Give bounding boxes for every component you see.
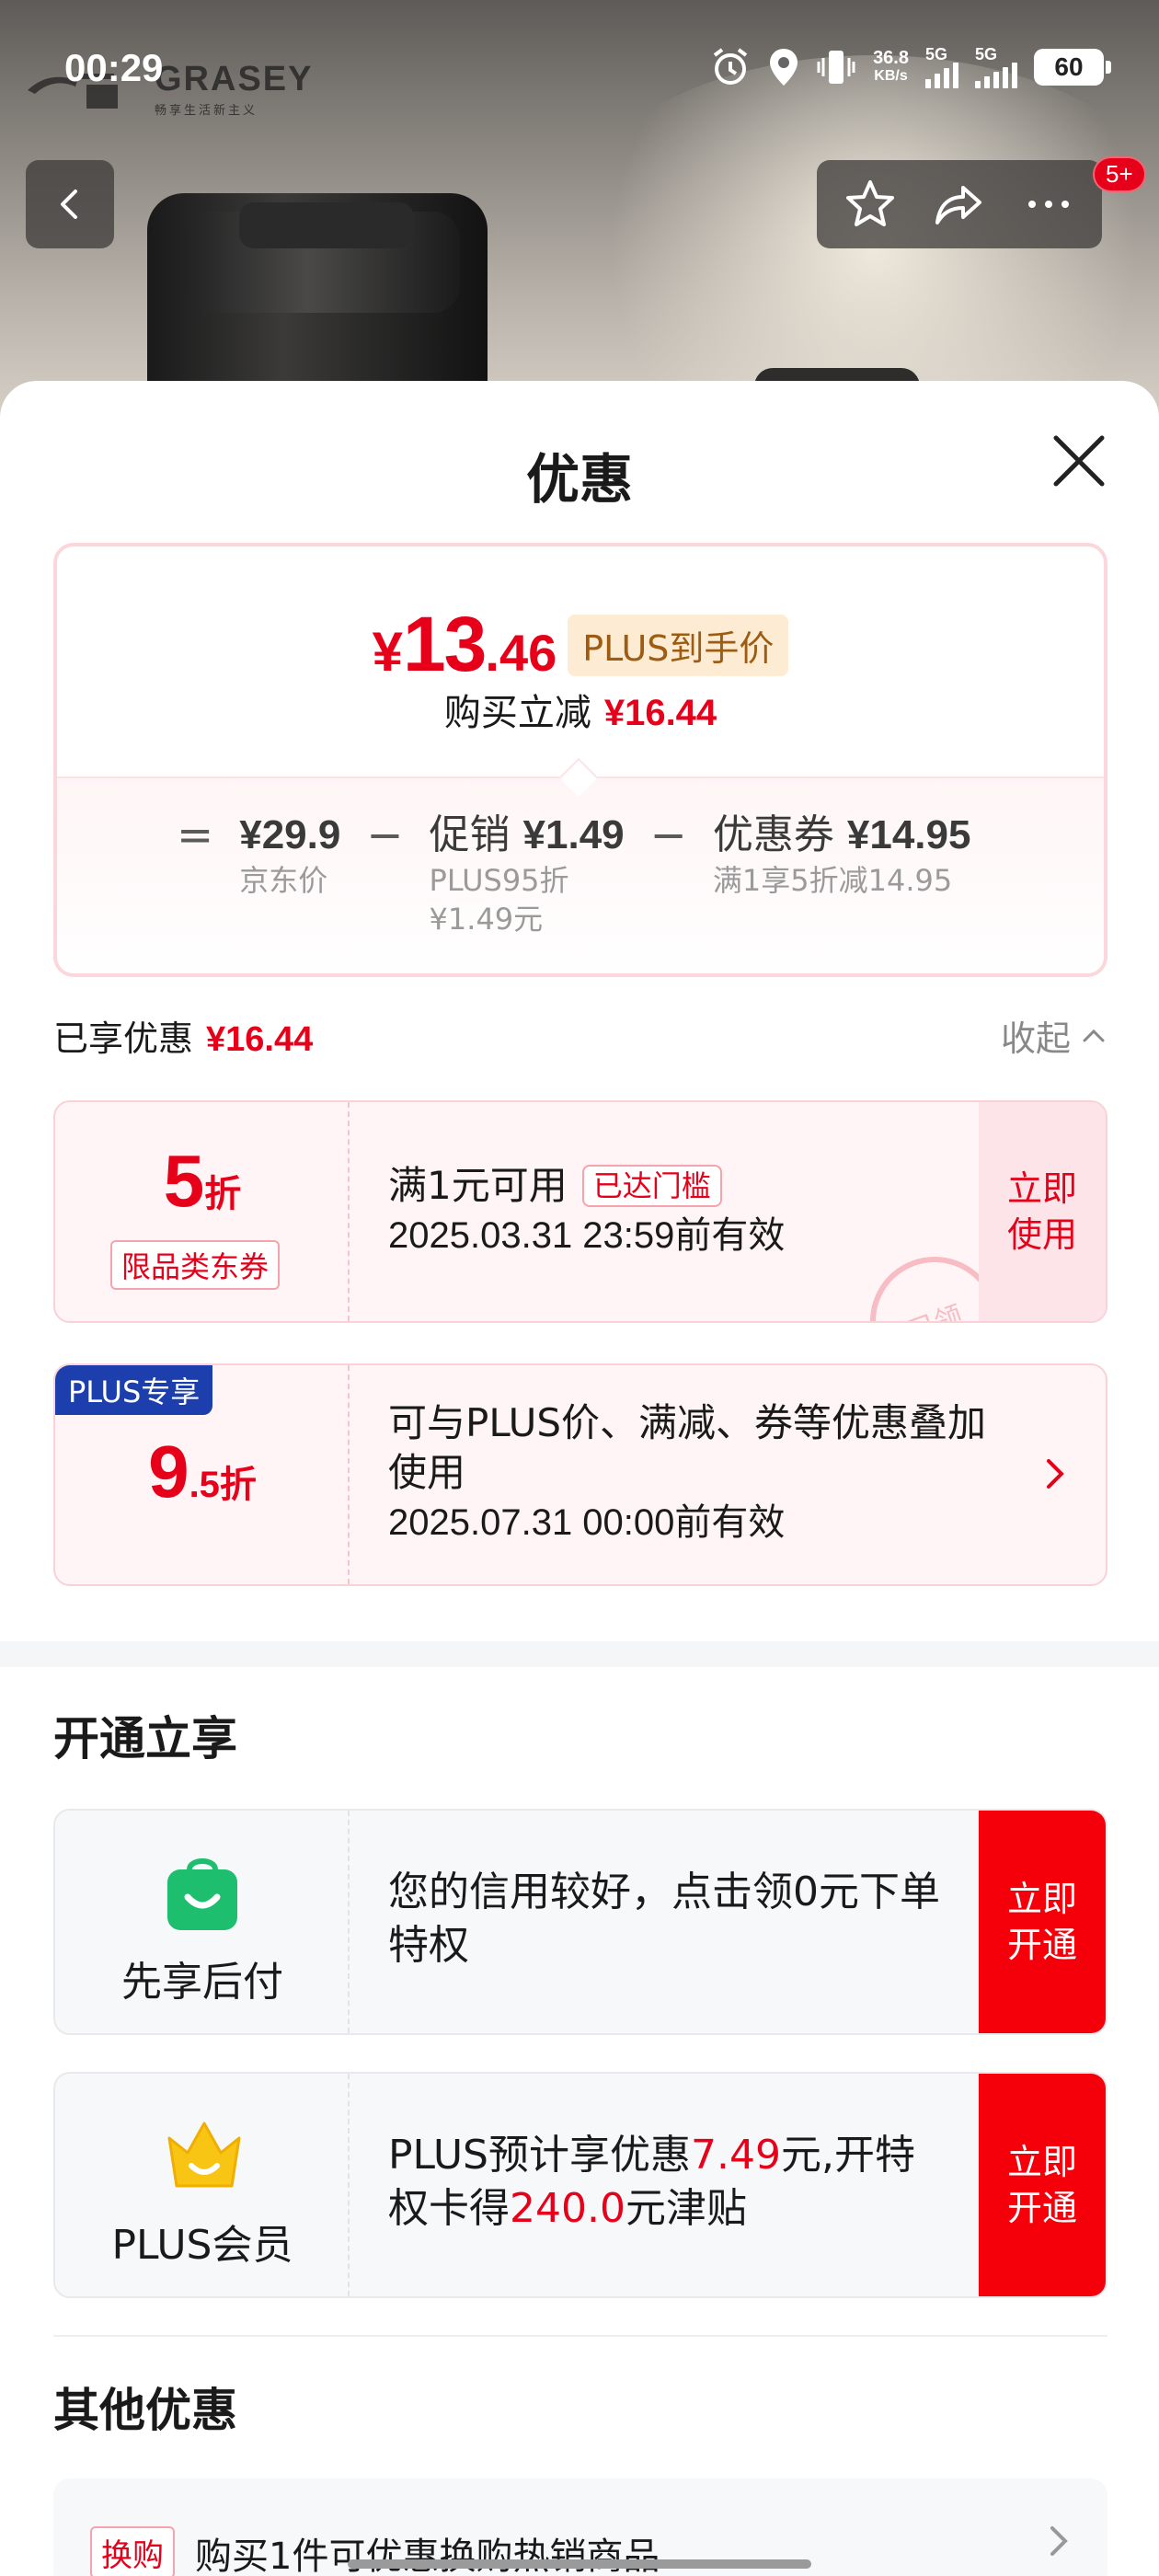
price-summary-card: ¥ 13 .46 PLUS到手价 购买立减 ¥16.44 = ¥29.9 京东价 … (53, 543, 1107, 977)
chevron-right-icon (1047, 1459, 1064, 1489)
enjoyed-value: ¥16.44 (206, 1020, 314, 1059)
section-divider (0, 1641, 1159, 1667)
final-price: ¥ 13 .46 PLUS到手价 (57, 600, 1104, 689)
net-speed-unit: KB/s (874, 68, 908, 84)
collapse-button[interactable]: 收起 (1001, 1010, 1107, 1061)
alarm-icon (713, 48, 748, 85)
plus-member-desc: PLUS预计享优惠7.49元,开特权卡得240.0元津贴 (388, 2129, 940, 2236)
share-icon[interactable] (932, 177, 987, 232)
use-now-button[interactable]: 立即使用 (979, 1102, 1106, 1321)
plus-desc-part-a: PLUS预计享优惠 (388, 2132, 691, 2179)
net-speed: 36.8 KB/s (873, 49, 909, 86)
final-price-integer: 13 (402, 601, 487, 687)
coupon-sub: 满1享5折减14.95 (712, 863, 953, 898)
signal-bars-icon (925, 63, 958, 88)
plus-discount-unit: .5折 (189, 1465, 257, 1505)
chevron-up-icon (1083, 1029, 1105, 1041)
location-icon (770, 49, 798, 86)
status-time: 00:29 (64, 46, 164, 89)
plus-exclusive-tag: PLUS专享 (55, 1365, 213, 1415)
equals-sign: = (177, 810, 214, 861)
swap-tag: 换购 (90, 2526, 175, 2576)
promotion-sub2: ¥1.49元 (429, 902, 544, 937)
open-section-title: 开通立享 (53, 1712, 237, 1765)
pay-later-name: 先享后付 (121, 1959, 283, 2006)
open-now-label: 立即开通 (1006, 2142, 1077, 2228)
plus-allowance-amount: 240.0 (510, 2185, 625, 2232)
currency-symbol: ¥ (372, 621, 403, 683)
plus-coupon-desc: 可与PLUS价、满减、券等优惠叠加使用 (388, 1400, 987, 1495)
discount-value: 5 (163, 1140, 205, 1222)
plus-coupon-card[interactable]: 9.5折 PLUS专享 可与PLUS价、满减、券等优惠叠加使用 2025.07.… (53, 1363, 1107, 1586)
promotion-label: 促销 (429, 811, 511, 858)
home-indicator[interactable] (348, 2559, 811, 2569)
more-icon[interactable] (1021, 177, 1076, 232)
signal-sim1: 5G (925, 46, 958, 88)
price-breakdown: = ¥29.9 京东价 − 促销 ¥1.49 PLUS95折 ¥1.49元 − … (177, 810, 970, 938)
status-bar: 00:29 36.8 KB/s 5G 5G 60 (0, 37, 1159, 101)
vibrate-icon (817, 51, 855, 84)
other-section-title: 其他优惠 (53, 2384, 237, 2437)
list-price-value: ¥29.9 (239, 812, 341, 857)
breakdown-promotion: 促销 ¥1.49 PLUS95折 ¥1.49元 (430, 810, 625, 938)
enjoyed-discount: 已享优惠 ¥16.44 (53, 1010, 313, 1061)
discount-unit: 折 (204, 1174, 242, 1214)
plus-price-tag: PLUS到手价 (568, 615, 789, 676)
breakdown-list-price: ¥29.9 京东价 (239, 810, 340, 938)
coupon-card: 5折 限品类东券 满1元可用 已达门槛 2025.03.31 23:59前有效 … (53, 1100, 1107, 1323)
gold-crown-icon (167, 2122, 241, 2188)
use-now-label: 立即使用 (1006, 1168, 1077, 1255)
minus-sign: − (649, 810, 687, 861)
coupon-label: 优惠券 (712, 811, 834, 858)
reduce-line: 购买立减 ¥16.44 (57, 683, 1104, 736)
coupon-condition: 满1元可用 (388, 1163, 568, 1208)
open-plus-button[interactable]: 立即开通 (979, 2074, 1106, 2296)
plus-member-name: PLUS会员 (111, 2222, 293, 2269)
pay-later-card: 先享后付 您的信用较好，点击领0元下单特权 立即开通 (53, 1809, 1107, 2035)
open-now-label: 立即开通 (1006, 1879, 1077, 1965)
plus-member-card: PLUS会员 PLUS预计享优惠7.49元,开特权卡得240.0元津贴 立即开通 (53, 2072, 1107, 2298)
reduce-value: ¥16.44 (603, 693, 717, 733)
threshold-reached-tag: 已达门槛 (581, 1165, 722, 1207)
promotion-sub: PLUS95折 (429, 863, 569, 898)
signal-bars-icon (975, 63, 1017, 88)
plus-saving-amount: 7.49 (691, 2132, 781, 2179)
promotion-value: ¥1.49 (522, 812, 625, 857)
chevron-right-icon (1050, 2526, 1068, 2556)
discount-sheet: 优惠 ¥ 13 .46 PLUS到手价 购买立减 ¥16.44 = ¥29.9 … (0, 381, 1159, 2576)
pay-later-desc: 您的信用较好，点击领0元下单特权 (388, 1869, 940, 1969)
nav-actions (817, 160, 1102, 248)
coupon-discount: 5折 (55, 1139, 350, 1224)
coupon-value: ¥14.95 (846, 812, 971, 857)
back-button[interactable] (26, 160, 114, 248)
green-shopping-bag-icon (167, 1858, 237, 1930)
message-badge: 5+ (1093, 156, 1146, 192)
coupon-validity: 2025.03.31 23:59前有效 (388, 1215, 786, 1256)
sim1-label: 5G (925, 45, 948, 63)
collapse-label: 收起 (1000, 1018, 1071, 1059)
sheet-title: 优惠 (525, 448, 633, 511)
plus-coupon-validity: 2025.07.31 00:00前有效 (388, 1502, 786, 1543)
plus-discount-value: 9 (148, 1431, 189, 1512)
plus-desc-part-c: 元津贴 (625, 2185, 747, 2232)
net-speed-value: 36.8 (873, 48, 909, 68)
breakdown-coupon: 优惠券 ¥14.95 满1享5折减14.95 (713, 810, 971, 938)
enjoyed-label: 已享优惠 (53, 1018, 194, 1059)
chevron-left-icon (61, 190, 77, 219)
plus-discount: 9.5折 (55, 1430, 350, 1514)
list-price-label: 京东价 (239, 863, 328, 898)
sim2-label: 5G (975, 45, 998, 63)
brand-tagline: 畅享生活新主义 (155, 103, 258, 118)
category-tag: 限品类东券 (110, 1240, 281, 1290)
signal-sim2: 5G (975, 46, 1017, 88)
final-price-decimal: .46 (485, 624, 557, 682)
reduce-label: 购买立减 (443, 692, 591, 734)
star-icon[interactable] (843, 177, 898, 232)
divider (53, 2335, 1107, 2337)
minus-sign: − (366, 810, 404, 861)
open-pay-later-button[interactable]: 立即开通 (979, 1811, 1106, 2033)
close-icon[interactable] (1047, 429, 1111, 493)
battery-indicator: 60 (1034, 49, 1111, 86)
